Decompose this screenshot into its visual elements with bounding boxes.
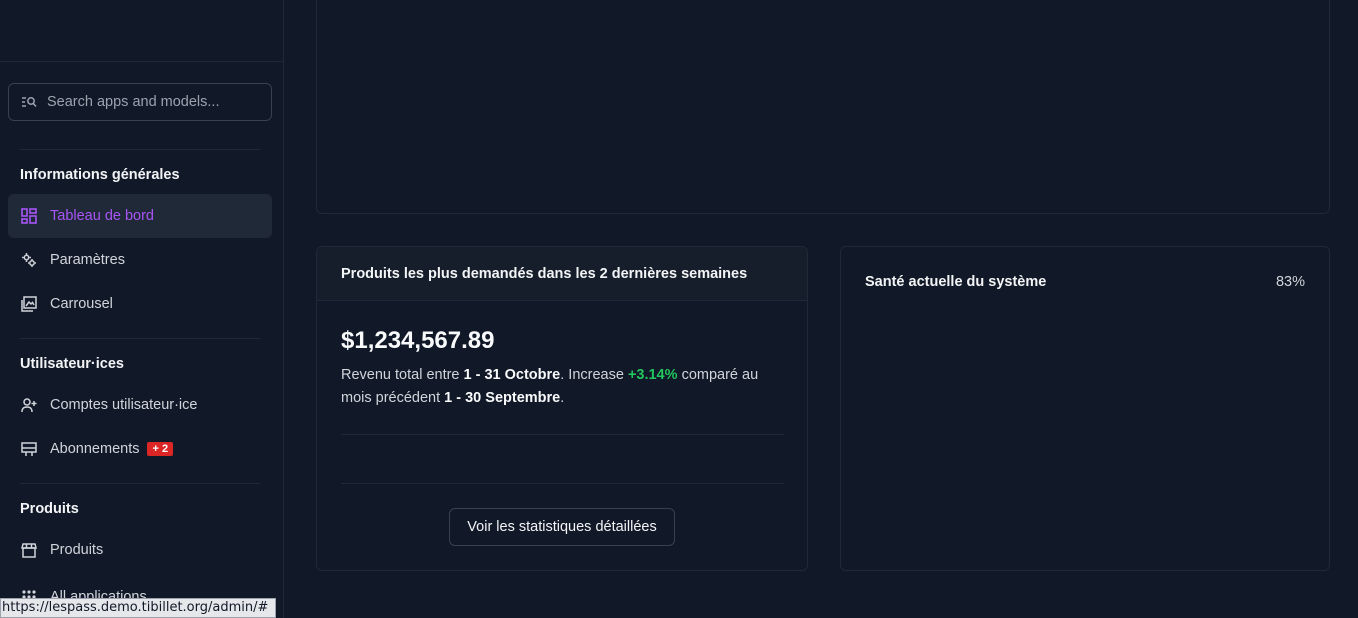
settings-icon bbox=[20, 251, 38, 269]
period-previous: 1 - 30 Septembre bbox=[444, 390, 561, 406]
health-label: Santé actuelle du système bbox=[865, 274, 1047, 290]
sidebar-item-label: Paramètres bbox=[50, 252, 125, 268]
sidebar-item-label: Abonnements bbox=[50, 441, 140, 457]
sidebar-item-settings[interactable]: Paramètres bbox=[8, 238, 272, 282]
search-input[interactable]: Search apps and models... bbox=[8, 83, 272, 121]
sidebar-item-subscriptions[interactable]: Abonnements + 2 bbox=[8, 427, 272, 471]
increase-value: +3.14% bbox=[627, 367, 678, 383]
sidebar-header bbox=[0, 0, 283, 62]
revenue-amount: $1,234,567.89 bbox=[341, 327, 495, 354]
sidebar-item-label: Tableau de bord bbox=[50, 208, 154, 224]
section-title-users: Utilisateur·ices bbox=[20, 356, 124, 372]
sidebar-item-products[interactable]: Produits bbox=[8, 528, 272, 572]
card-title: Produits les plus demandés dans les 2 de… bbox=[317, 247, 807, 301]
section-title-products: Produits bbox=[20, 501, 79, 517]
section-title-general: Informations générales bbox=[20, 167, 180, 183]
divider bbox=[20, 483, 260, 484]
gallery-icon bbox=[20, 295, 38, 313]
sidebar-item-label: Produits bbox=[50, 542, 104, 558]
store-icon bbox=[20, 541, 38, 559]
system-health-card: Santé actuelle du système 83% bbox=[840, 246, 1330, 571]
detailed-stats-button[interactable]: Voir les statistiques détaillées bbox=[449, 508, 675, 546]
increase-text: . Increase bbox=[560, 367, 624, 383]
chart-card bbox=[316, 0, 1330, 214]
divider bbox=[341, 434, 784, 435]
search-icon bbox=[21, 94, 37, 110]
top-products-card: Produits les plus demandés dans les 2 de… bbox=[316, 246, 808, 571]
sidebar-item-label: Carrousel bbox=[50, 296, 113, 312]
count-badge: + 2 bbox=[147, 442, 174, 456]
add-user-icon bbox=[20, 396, 38, 414]
period-current: 1 - 31 Octobre bbox=[463, 367, 561, 383]
sidebar-item-carousel[interactable]: Carrousel bbox=[8, 282, 272, 326]
health-value: 83% bbox=[1275, 274, 1305, 290]
dashboard-icon bbox=[20, 207, 38, 225]
desc-prefix: Revenu total entre bbox=[341, 367, 460, 383]
status-bar-url: https://lespass.demo.tibillet.org/admin/… bbox=[0, 598, 276, 618]
divider bbox=[341, 483, 784, 484]
card-icon bbox=[20, 440, 38, 458]
divider bbox=[20, 149, 260, 150]
divider bbox=[20, 338, 260, 339]
search-placeholder: Search apps and models... bbox=[47, 94, 220, 110]
revenue-description: Revenu total entre 1 - 31 Octobre. Incre… bbox=[341, 367, 759, 406]
sidebar-item-user-accounts[interactable]: Comptes utilisateur·ice bbox=[8, 383, 272, 427]
sidebar-item-label: Comptes utilisateur·ice bbox=[50, 397, 198, 413]
sidebar: Search apps and models... Informations g… bbox=[0, 0, 284, 618]
sidebar-item-dashboard[interactable]: Tableau de bord bbox=[8, 194, 272, 238]
